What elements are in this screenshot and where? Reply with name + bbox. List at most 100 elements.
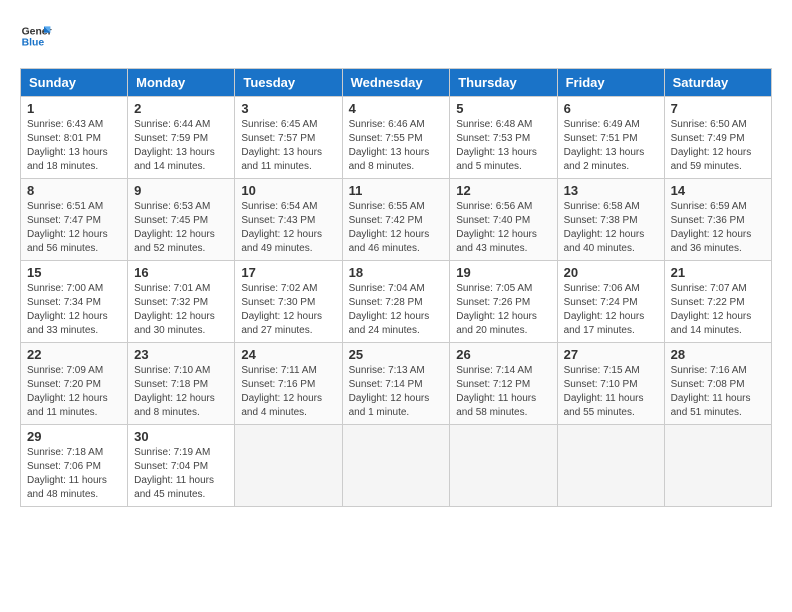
calendar-cell: 9 Sunrise: 6:53 AM Sunset: 7:45 PM Dayli…: [128, 179, 235, 261]
day-info: Sunrise: 6:54 AM Sunset: 7:43 PM Dayligh…: [241, 200, 335, 256]
day-info: Sunrise: 7:15 AM Sunset: 7:10 PM Dayligh…: [564, 364, 658, 420]
day-number: 1: [27, 101, 121, 116]
calendar-cell: 24 Sunrise: 7:11 AM Sunset: 7:16 PM Dayl…: [235, 343, 342, 425]
day-info: Sunrise: 7:18 AM Sunset: 7:06 PM Dayligh…: [27, 446, 121, 502]
day-info: Sunrise: 7:09 AM Sunset: 7:20 PM Dayligh…: [27, 364, 121, 420]
calendar-cell: 12 Sunrise: 6:56 AM Sunset: 7:40 PM Dayl…: [450, 179, 557, 261]
day-number: 14: [671, 183, 765, 198]
day-number: 3: [241, 101, 335, 116]
day-number: 15: [27, 265, 121, 280]
day-info: Sunrise: 6:43 AM Sunset: 8:01 PM Dayligh…: [27, 118, 121, 174]
col-header-wednesday: Wednesday: [342, 69, 450, 97]
day-number: 11: [349, 183, 444, 198]
day-number: 22: [27, 347, 121, 362]
page-header: General Blue: [20, 20, 772, 52]
calendar-cell: 15 Sunrise: 7:00 AM Sunset: 7:34 PM Dayl…: [21, 261, 128, 343]
calendar-cell: 13 Sunrise: 6:58 AM Sunset: 7:38 PM Dayl…: [557, 179, 664, 261]
calendar-cell: 29 Sunrise: 7:18 AM Sunset: 7:06 PM Dayl…: [21, 425, 128, 507]
day-info: Sunrise: 7:14 AM Sunset: 7:12 PM Dayligh…: [456, 364, 550, 420]
calendar-cell: 19 Sunrise: 7:05 AM Sunset: 7:26 PM Dayl…: [450, 261, 557, 343]
calendar-cell: 8 Sunrise: 6:51 AM Sunset: 7:47 PM Dayli…: [21, 179, 128, 261]
day-info: Sunrise: 6:46 AM Sunset: 7:55 PM Dayligh…: [349, 118, 444, 174]
day-number: 4: [349, 101, 444, 116]
day-info: Sunrise: 6:55 AM Sunset: 7:42 PM Dayligh…: [349, 200, 444, 256]
day-info: Sunrise: 7:07 AM Sunset: 7:22 PM Dayligh…: [671, 282, 765, 338]
calendar-cell: [664, 425, 771, 507]
day-info: Sunrise: 6:44 AM Sunset: 7:59 PM Dayligh…: [134, 118, 228, 174]
day-info: Sunrise: 6:53 AM Sunset: 7:45 PM Dayligh…: [134, 200, 228, 256]
day-info: Sunrise: 7:04 AM Sunset: 7:28 PM Dayligh…: [349, 282, 444, 338]
calendar-cell: 7 Sunrise: 6:50 AM Sunset: 7:49 PM Dayli…: [664, 97, 771, 179]
day-info: Sunrise: 7:10 AM Sunset: 7:18 PM Dayligh…: [134, 364, 228, 420]
day-info: Sunrise: 6:45 AM Sunset: 7:57 PM Dayligh…: [241, 118, 335, 174]
day-info: Sunrise: 7:02 AM Sunset: 7:30 PM Dayligh…: [241, 282, 335, 338]
day-number: 30: [134, 429, 228, 444]
calendar-cell: 25 Sunrise: 7:13 AM Sunset: 7:14 PM Dayl…: [342, 343, 450, 425]
day-number: 6: [564, 101, 658, 116]
day-number: 19: [456, 265, 550, 280]
col-header-friday: Friday: [557, 69, 664, 97]
calendar-cell: 22 Sunrise: 7:09 AM Sunset: 7:20 PM Dayl…: [21, 343, 128, 425]
day-info: Sunrise: 6:51 AM Sunset: 7:47 PM Dayligh…: [27, 200, 121, 256]
logo: General Blue: [20, 20, 52, 52]
day-number: 10: [241, 183, 335, 198]
calendar-cell: 17 Sunrise: 7:02 AM Sunset: 7:30 PM Dayl…: [235, 261, 342, 343]
day-info: Sunrise: 7:13 AM Sunset: 7:14 PM Dayligh…: [349, 364, 444, 420]
calendar-cell: 27 Sunrise: 7:15 AM Sunset: 7:10 PM Dayl…: [557, 343, 664, 425]
day-info: Sunrise: 7:11 AM Sunset: 7:16 PM Dayligh…: [241, 364, 335, 420]
day-number: 5: [456, 101, 550, 116]
calendar-cell: 28 Sunrise: 7:16 AM Sunset: 7:08 PM Dayl…: [664, 343, 771, 425]
week-row-1: 1 Sunrise: 6:43 AM Sunset: 8:01 PM Dayli…: [21, 97, 772, 179]
svg-text:Blue: Blue: [22, 38, 45, 49]
day-number: 12: [456, 183, 550, 198]
day-info: Sunrise: 7:00 AM Sunset: 7:34 PM Dayligh…: [27, 282, 121, 338]
calendar-cell: 4 Sunrise: 6:46 AM Sunset: 7:55 PM Dayli…: [342, 97, 450, 179]
col-header-sunday: Sunday: [21, 69, 128, 97]
day-number: 16: [134, 265, 228, 280]
week-row-2: 8 Sunrise: 6:51 AM Sunset: 7:47 PM Dayli…: [21, 179, 772, 261]
day-number: 24: [241, 347, 335, 362]
calendar-cell: 3 Sunrise: 6:45 AM Sunset: 7:57 PM Dayli…: [235, 97, 342, 179]
calendar-cell: 21 Sunrise: 7:07 AM Sunset: 7:22 PM Dayl…: [664, 261, 771, 343]
day-info: Sunrise: 6:48 AM Sunset: 7:53 PM Dayligh…: [456, 118, 550, 174]
logo-icon: General Blue: [20, 20, 52, 52]
day-info: Sunrise: 6:50 AM Sunset: 7:49 PM Dayligh…: [671, 118, 765, 174]
day-number: 2: [134, 101, 228, 116]
day-info: Sunrise: 7:01 AM Sunset: 7:32 PM Dayligh…: [134, 282, 228, 338]
day-number: 27: [564, 347, 658, 362]
day-number: 29: [27, 429, 121, 444]
day-number: 26: [456, 347, 550, 362]
calendar-cell: 18 Sunrise: 7:04 AM Sunset: 7:28 PM Dayl…: [342, 261, 450, 343]
day-number: 20: [564, 265, 658, 280]
day-number: 28: [671, 347, 765, 362]
day-number: 7: [671, 101, 765, 116]
day-info: Sunrise: 7:05 AM Sunset: 7:26 PM Dayligh…: [456, 282, 550, 338]
calendar-cell: 11 Sunrise: 6:55 AM Sunset: 7:42 PM Dayl…: [342, 179, 450, 261]
calendar-cell: [342, 425, 450, 507]
calendar-cell: [450, 425, 557, 507]
week-row-5: 29 Sunrise: 7:18 AM Sunset: 7:06 PM Dayl…: [21, 425, 772, 507]
calendar-cell: 26 Sunrise: 7:14 AM Sunset: 7:12 PM Dayl…: [450, 343, 557, 425]
col-header-saturday: Saturday: [664, 69, 771, 97]
col-header-thursday: Thursday: [450, 69, 557, 97]
day-info: Sunrise: 6:58 AM Sunset: 7:38 PM Dayligh…: [564, 200, 658, 256]
day-info: Sunrise: 6:59 AM Sunset: 7:36 PM Dayligh…: [671, 200, 765, 256]
calendar-cell: 30 Sunrise: 7:19 AM Sunset: 7:04 PM Dayl…: [128, 425, 235, 507]
day-number: 23: [134, 347, 228, 362]
day-number: 18: [349, 265, 444, 280]
col-header-tuesday: Tuesday: [235, 69, 342, 97]
calendar-cell: [235, 425, 342, 507]
week-row-4: 22 Sunrise: 7:09 AM Sunset: 7:20 PM Dayl…: [21, 343, 772, 425]
day-number: 25: [349, 347, 444, 362]
day-info: Sunrise: 7:06 AM Sunset: 7:24 PM Dayligh…: [564, 282, 658, 338]
calendar-cell: 20 Sunrise: 7:06 AM Sunset: 7:24 PM Dayl…: [557, 261, 664, 343]
calendar-table: SundayMondayTuesdayWednesdayThursdayFrid…: [20, 68, 772, 507]
calendar-cell: 2 Sunrise: 6:44 AM Sunset: 7:59 PM Dayli…: [128, 97, 235, 179]
day-info: Sunrise: 6:49 AM Sunset: 7:51 PM Dayligh…: [564, 118, 658, 174]
calendar-cell: 14 Sunrise: 6:59 AM Sunset: 7:36 PM Dayl…: [664, 179, 771, 261]
day-number: 17: [241, 265, 335, 280]
calendar-cell: 10 Sunrise: 6:54 AM Sunset: 7:43 PM Dayl…: [235, 179, 342, 261]
day-info: Sunrise: 7:19 AM Sunset: 7:04 PM Dayligh…: [134, 446, 228, 502]
day-info: Sunrise: 6:56 AM Sunset: 7:40 PM Dayligh…: [456, 200, 550, 256]
day-number: 9: [134, 183, 228, 198]
